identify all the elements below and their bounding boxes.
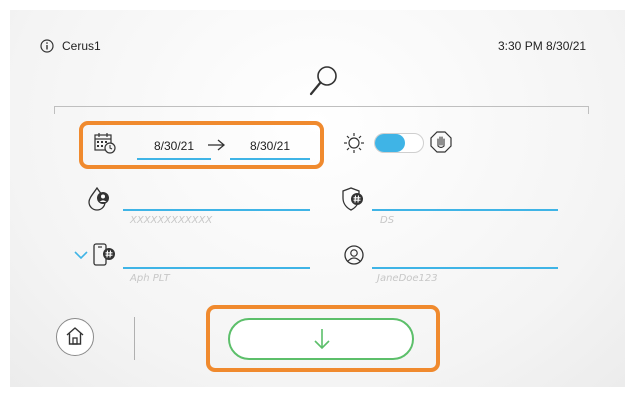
operator-input[interactable] [372,248,558,268]
product-input[interactable] [123,248,310,268]
end-date-value: 8/30/21 [249,139,291,153]
info-icon[interactable] [40,39,54,53]
start-date-value: 8/30/21 [153,139,195,153]
end-date-field[interactable]: 8/30/21 [230,135,310,159]
app-screen: Cerus1 3:30 PM 8/30/21 8/30/21 8/30/21 X… [10,10,625,387]
hand-stop-icon[interactable] [430,131,452,153]
arrow-right-icon [206,138,226,152]
donor-id-input[interactable] [123,190,310,210]
donor-id-placeholder: XXXXXXXXXXXX [130,215,213,226]
ds-placeholder: DS [380,215,395,226]
arrow-down-icon [313,328,331,350]
mode-toggle[interactable] [374,133,424,153]
chevron-down-icon[interactable] [73,248,89,260]
start-date-field[interactable]: 8/30/21 [137,135,211,159]
sun-icon [343,132,365,154]
device-hash-icon [92,242,116,268]
header-divider [54,106,589,114]
device-name: Cerus1 [62,39,101,53]
donor-id-underline [123,209,310,211]
search-icon[interactable] [308,64,340,98]
mode-toggle-fill [375,134,405,152]
datetime-display: 3:30 PM 8/30/21 [498,39,587,53]
shield-hash-icon [341,186,365,212]
home-button[interactable] [56,318,94,356]
product-underline [123,267,310,269]
calendar-clock-icon[interactable] [94,132,116,154]
ds-input[interactable] [372,190,558,210]
blood-drop-user-icon [87,186,111,212]
home-icon [65,326,85,346]
operator-placeholder: JaneDoe123 [377,273,438,284]
product-placeholder: Aph PLT [130,273,170,284]
user-circle-icon [343,244,365,266]
operator-underline [372,267,558,269]
ds-underline [372,209,558,211]
footer-divider [134,317,135,360]
end-date-underline [230,158,310,160]
download-button[interactable] [228,318,414,360]
start-date-underline [137,158,211,160]
